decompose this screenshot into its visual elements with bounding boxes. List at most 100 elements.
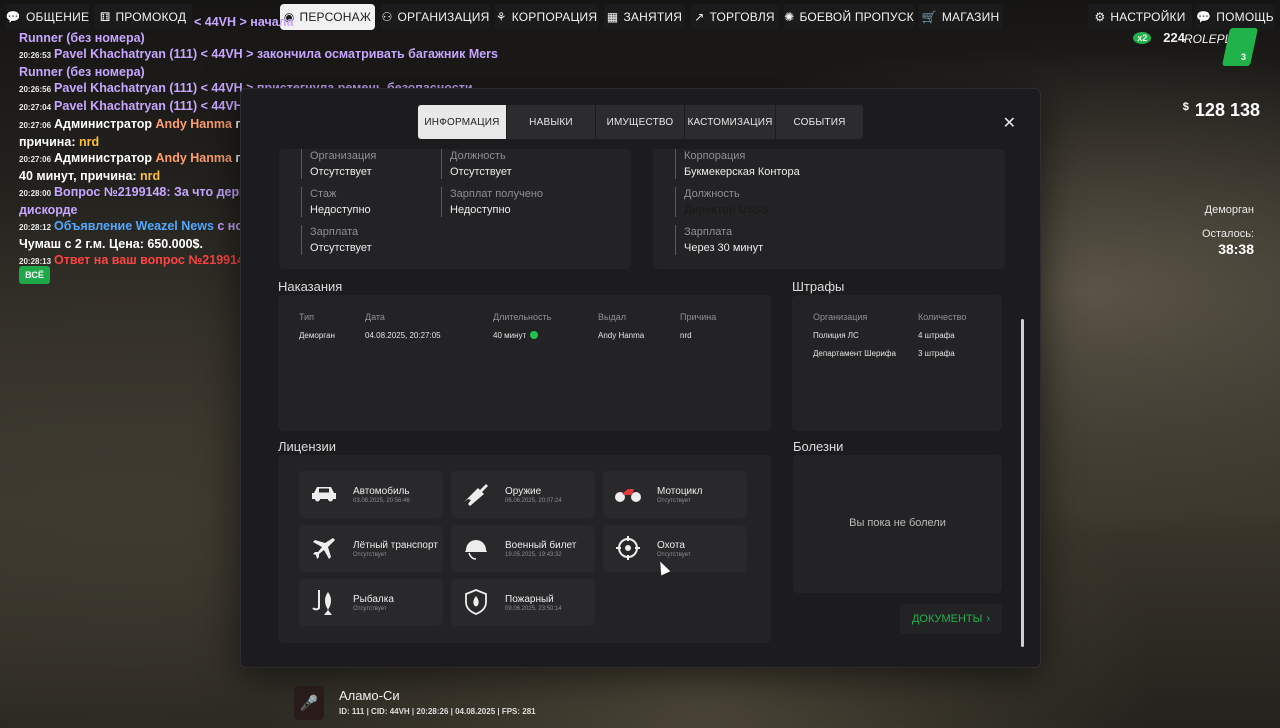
punishment-duration: 40 минут bbox=[493, 331, 527, 340]
chat-timestamp: 20:28:12 bbox=[19, 223, 52, 232]
punishment-reason: nrd bbox=[680, 331, 692, 340]
license-air[interactable]: Лётный транспорт Отсутствует bbox=[299, 525, 443, 572]
scrollbar-thumb[interactable] bbox=[1021, 319, 1024, 647]
nav-activities[interactable]: ▦ ЗАНЯТИЯ bbox=[604, 4, 685, 30]
org-experience-group: Стаж Недоступно bbox=[301, 187, 371, 217]
nav-trade[interactable]: ↗ ТОРГОВЛЯ bbox=[691, 4, 778, 30]
x2-badge: x2 bbox=[1133, 31, 1152, 44]
fish-icon bbox=[309, 589, 339, 615]
player-info: ID: 111 | CID: 44VH | 20:28:26 | 04.08.2… bbox=[339, 707, 536, 716]
microphone-icon: 🎤 bbox=[294, 686, 324, 720]
currency-sign: $ bbox=[1182, 101, 1189, 113]
nav-shop[interactable]: 🛒 МАГАЗИН bbox=[919, 4, 1002, 30]
chat-text: дискорде bbox=[19, 203, 78, 217]
chat-line: 20:26:53 Pavel Khachatryan (111) < 44VH >… bbox=[19, 46, 499, 64]
chat-text: Ответ на ваш вопрос №2199148 bbox=[54, 253, 251, 267]
license-military[interactable]: Военный билет 19.05.2025, 19:43:32 bbox=[451, 525, 595, 572]
motorcycle-icon bbox=[613, 481, 643, 507]
chat-text: Runner (без номера) bbox=[19, 31, 145, 45]
online-count: 224 bbox=[1163, 30, 1185, 45]
chat-filter-all[interactable]: ВСЁ bbox=[19, 266, 50, 284]
punishment-date: 04.08.2025, 20:27:05 bbox=[365, 331, 441, 340]
org-name-group: Организация Отсутствует bbox=[301, 149, 376, 179]
car-icon bbox=[309, 481, 339, 507]
corporation-card: Корпорация Букмекерская Контора Должност… bbox=[653, 149, 1005, 269]
logo-number: 3 bbox=[1240, 52, 1246, 62]
org-position-group: Должность Отсутствует bbox=[441, 149, 512, 179]
helmet-icon bbox=[461, 535, 491, 561]
server-logo: ROLEPLAY 3 bbox=[1184, 22, 1259, 68]
active-status-icon bbox=[530, 331, 539, 339]
chat-text: 40 минут, причина: bbox=[19, 169, 141, 183]
cart-icon: 🛒 bbox=[921, 10, 937, 24]
chat-text: Runner (без номера) bbox=[19, 65, 145, 79]
documents-button[interactable]: ДОКУМЕНТЫ › bbox=[900, 604, 1002, 634]
org-salary-group: Зарплата Отсутствует bbox=[301, 225, 372, 255]
crosshair-icon bbox=[613, 535, 643, 561]
character-modal: ИНФОРМАЦИЯ НАВЫКИ ИМУЩЕСТВО КАСТОМИЗАЦИЯ… bbox=[240, 88, 1041, 668]
jail-timer: 38:38 bbox=[1218, 241, 1254, 257]
license-fishing[interactable]: Рыбалка Отсутствует bbox=[299, 579, 443, 626]
chat-timestamp: 20:26:56 bbox=[19, 85, 52, 94]
punishments-header-reason: Причина bbox=[680, 312, 717, 322]
organization-card: Организация Отсутствует Должность Отсутс… bbox=[279, 149, 631, 269]
tab-property[interactable]: ИМУЩЕСТВО bbox=[596, 105, 684, 139]
license-firefighter[interactable]: Пожарный 09.06.2025, 23:50:14 bbox=[451, 579, 595, 626]
punishments-header-duration: Длительность bbox=[493, 312, 552, 322]
chat-text: Вопрос №2199148: За что дерм bbox=[54, 185, 249, 199]
nav-settings[interactable]: ⚙ НАСТРОЙКИ bbox=[1088, 4, 1192, 30]
corp-name-group: Корпорация Букмекерская Контора bbox=[675, 149, 800, 179]
gear-badge-icon: ✺ bbox=[784, 10, 795, 24]
chat-timestamp: 20:27:04 bbox=[19, 103, 52, 112]
fire-badge-icon bbox=[461, 589, 491, 615]
chat-text: Чумаш с 2 г.м. Цена: 650.000$. bbox=[19, 237, 203, 251]
chat-text: Администратор bbox=[54, 151, 156, 165]
fines-title: Штрафы bbox=[792, 279, 845, 294]
corp-salary-group: Зарплата Через 30 минут bbox=[675, 225, 763, 255]
fine-count: 4 штрафа bbox=[918, 331, 955, 340]
fine-org: Полиция ЛС bbox=[813, 331, 859, 340]
chat-timestamp: 20:26:53 bbox=[19, 51, 52, 60]
tab-information[interactable]: ИНФОРМАЦИЯ bbox=[418, 105, 506, 139]
fine-org: Департамент Шерифа bbox=[813, 349, 896, 358]
chart-icon: ↗ bbox=[694, 10, 705, 24]
chat-text: Pavel Khachatryan (111) < 44VH > закончи… bbox=[54, 47, 498, 61]
chat-text: nrd bbox=[140, 169, 161, 183]
punishments-header-date: Дата bbox=[365, 312, 385, 322]
tab-events[interactable]: СОБЫТИЯ bbox=[776, 105, 863, 139]
fines-table: Организация Количество Полиция ЛС 4 штра… bbox=[792, 295, 1002, 431]
close-icon[interactable]: ✕ bbox=[1003, 113, 1016, 133]
fine-count: 3 штрафа bbox=[918, 349, 955, 358]
punishments-header-by: Выдал bbox=[598, 312, 626, 322]
chat-text: причина: bbox=[19, 135, 79, 149]
chat-line: Runner (без номера) bbox=[19, 64, 499, 80]
money-display: $ 128 138 bbox=[1183, 100, 1260, 121]
license-motorcycle[interactable]: Мотоцикл Отсутствует bbox=[603, 471, 747, 518]
airplane-icon bbox=[309, 535, 339, 561]
fines-header-count: Количество bbox=[918, 312, 967, 322]
tab-skills[interactable]: НАВЫКИ bbox=[507, 105, 595, 139]
chat-timestamp: 20:28:00 bbox=[19, 189, 52, 198]
punishment-by: Andy Hanma bbox=[598, 331, 645, 340]
license-hunting[interactable]: Охота Отсутствует bbox=[603, 525, 747, 572]
chat-text: Andy Hanma bbox=[155, 117, 232, 131]
gear-icon: ⚙ bbox=[1094, 10, 1106, 24]
chevron-right-icon: › bbox=[986, 613, 991, 625]
jail-name: Деморган bbox=[1204, 204, 1254, 216]
nav-battle-pass[interactable]: ✺ БОЕВОЙ ПРОПУСК bbox=[784, 4, 914, 30]
fines-header-org: Организация bbox=[813, 312, 868, 322]
license-weapon[interactable]: Оружие 06.06.2025, 20:07:24 bbox=[451, 471, 595, 518]
corp-position-group: Должность Директор USSS bbox=[675, 187, 769, 217]
chat-text: < 44VH > начала bbox=[194, 15, 294, 29]
tab-customization[interactable]: КАСТОМИЗАЦИЯ bbox=[685, 105, 775, 139]
nav-corporation[interactable]: ⚘ КОРПОРАЦИЯ bbox=[495, 4, 598, 30]
rifle-icon bbox=[461, 481, 491, 507]
punishment-type: Деморган bbox=[299, 331, 335, 340]
chat-text: Объявление Weazel News bbox=[54, 219, 214, 233]
license-car[interactable]: Автомобиль 03.08.2025, 20:56:46 bbox=[299, 471, 443, 518]
diseases-empty-message: Вы пока не болели bbox=[849, 517, 946, 529]
modal-tabs: ИНФОРМАЦИЯ НАВЫКИ ИМУЩЕСТВО КАСТОМИЗАЦИЯ… bbox=[418, 105, 863, 139]
punishments-header-type: Тип bbox=[299, 312, 315, 322]
hud-status: x2 224 bbox=[1133, 30, 1185, 45]
calendar-icon: ▦ bbox=[606, 10, 619, 24]
